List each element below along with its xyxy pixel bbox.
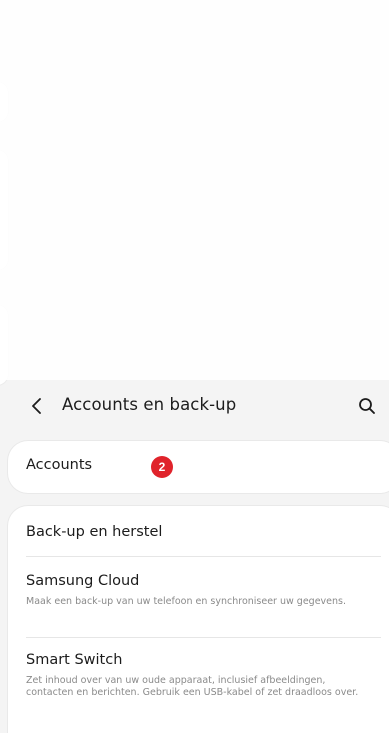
search-button[interactable] bbox=[354, 393, 380, 419]
notification-badge: 2 bbox=[151, 456, 173, 478]
item-subtitle: Zet inhoud over van uw oude apparaat, in… bbox=[26, 675, 359, 698]
item-title: Samsung Cloud bbox=[26, 573, 140, 589]
list-item-smart-switch[interactable]: Smart Switch Zet inhoud over van uw oude… bbox=[8, 638, 381, 733]
page-title: Accounts en back-up bbox=[62, 395, 237, 414]
accounts-item[interactable]: Accounts 2 bbox=[8, 441, 389, 493]
item-title: Smart Switch bbox=[26, 652, 123, 668]
backup-section-card: Back-up en herstel Samsung Cloud Maak ee… bbox=[8, 506, 389, 733]
search-icon bbox=[359, 398, 375, 414]
list-item-backup-restore[interactable]: Back-up en herstel bbox=[8, 506, 381, 556]
chevron-left-icon bbox=[32, 398, 41, 414]
item-subtitle: Maak een back-up van uw telefoon en sync… bbox=[26, 596, 346, 607]
item-title: Back-up en herstel bbox=[26, 524, 163, 540]
accounts-label: Accounts bbox=[26, 457, 93, 473]
dimmed-overlay bbox=[0, 0, 389, 380]
app-bar: Accounts en back-up bbox=[0, 380, 389, 432]
back-button[interactable] bbox=[24, 393, 50, 419]
list-item-samsung-cloud[interactable]: Samsung Cloud Maak een back-up van uw te… bbox=[8, 557, 381, 637]
